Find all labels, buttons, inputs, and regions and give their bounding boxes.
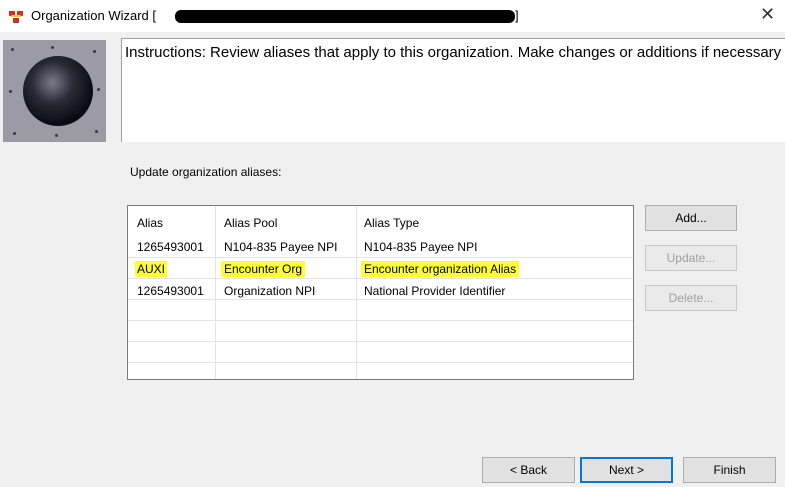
row-divider [128, 299, 633, 300]
rivet-dot [95, 130, 98, 133]
finish-button[interactable]: Finish [683, 457, 776, 483]
cell-alias-pool: Organization NPI [224, 284, 316, 298]
window-title-suffix: ] [515, 8, 519, 23]
cell-alias-type: National Provider Identifier [364, 284, 506, 298]
sphere-graphic [23, 56, 93, 126]
rivet-dot [55, 134, 58, 137]
cell-alias-pool: N104-835 Payee NPI [224, 240, 338, 254]
cell-alias: 1265493001 [137, 284, 204, 298]
cell-alias: AUXI [135, 261, 168, 277]
rivet-dot [11, 48, 14, 51]
wizard-logo-image [3, 40, 106, 142]
aliases-list[interactable]: Alias Alias Pool Alias Type 1265493001 N… [127, 205, 634, 380]
row-divider [128, 320, 633, 321]
delete-button[interactable]: Delete... [645, 285, 737, 311]
row-divider [128, 362, 633, 363]
title-bar: Organization Wizard [ ] ✕ [0, 0, 785, 32]
instructions-panel: Instructions: Review aliases that apply … [121, 38, 785, 142]
row-divider [128, 341, 633, 342]
cell-alias-pool: Encounter Org [221, 261, 306, 277]
row-divider [128, 278, 633, 279]
redacted-name [175, 10, 515, 23]
rivet-dot [93, 50, 96, 53]
column-header-alias[interactable]: Alias [137, 216, 163, 230]
cell-alias: 1265493001 [137, 240, 204, 254]
app-icon [9, 11, 23, 23]
rivet-dot [9, 90, 12, 93]
row-divider [128, 257, 633, 258]
rivet-dot [13, 132, 16, 135]
window-title: Organization Wizard [ [31, 8, 156, 23]
column-header-alias-pool[interactable]: Alias Pool [224, 216, 277, 230]
rivet-dot [51, 46, 54, 49]
update-button[interactable]: Update... [645, 245, 737, 271]
cell-alias-type: Encounter organization Alias [361, 261, 520, 277]
next-button[interactable]: Next > [580, 457, 673, 483]
rivet-dot [97, 88, 100, 91]
column-divider [356, 206, 357, 379]
column-divider [215, 206, 216, 379]
close-icon[interactable]: ✕ [760, 4, 775, 25]
back-button[interactable]: < Back [482, 457, 575, 483]
add-button[interactable]: Add... [645, 205, 737, 231]
aliases-label: Update organization aliases: [130, 165, 282, 179]
cell-alias-type: N104-835 Payee NPI [364, 240, 478, 254]
column-header-alias-type[interactable]: Alias Type [364, 216, 419, 230]
